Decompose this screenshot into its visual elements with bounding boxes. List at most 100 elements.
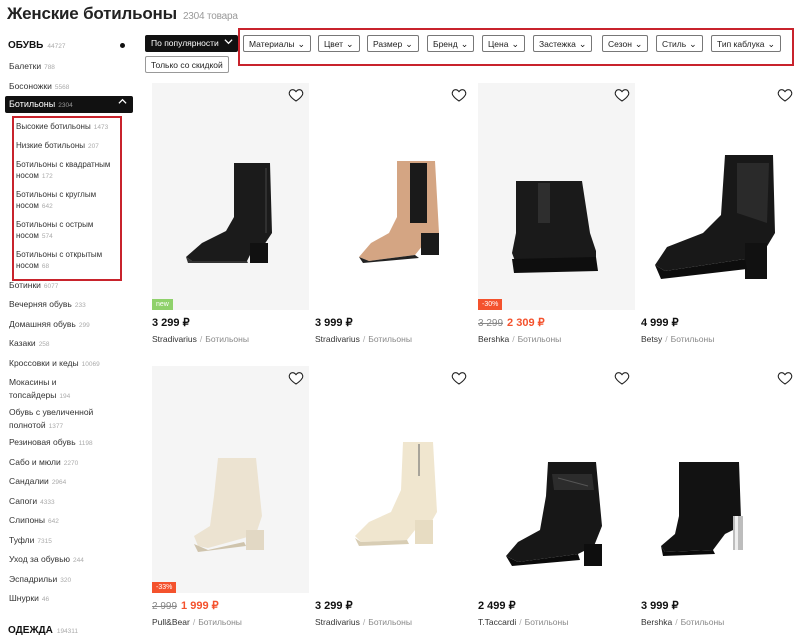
category-sidebar: ОБУВЬ 44727 Балетки 788 Босоножки 5568 Боти… [0,0,140,641]
filter-label: Размер [373,39,403,49]
sidebar-item[interactable]: Эспадрильи 320 [9,573,129,588]
product-brand[interactable]: Stradivarius / Ботильоны [315,334,412,344]
black-platform-boot-image [512,181,598,273]
chevron-down-icon: ⌄ [297,39,306,49]
sidebar-item[interactable]: Сапоги 4333 [9,495,129,510]
heart-icon[interactable] [777,87,793,103]
product-image[interactable]: new [152,83,309,310]
discount-badge: -33% [152,582,177,593]
sidebar-header-shoes[interactable]: ОБУВЬ 44727 [8,40,65,51]
sidebar-item-count: 258 [38,341,50,348]
sidebar-item[interactable]: Обувь с увеличенной полнотой 1377 [9,406,109,433]
old-price: 3 299 [478,318,504,329]
subcategory-label: Ботильоны с острым носом [16,220,94,240]
sidebar-header-clothes[interactable]: ОДЕЖДА 194311 [8,625,78,636]
sidebar-item-count: 642 [47,518,59,525]
sidebar-item[interactable]: Шнурки 46 [9,592,129,607]
sidebar-item-label: Ботинки [9,280,41,290]
product-image[interactable] [478,366,635,593]
sidebar-item-count: 6077 [43,283,59,290]
sidebar-item[interactable]: Кроссовки и кеды 10069 [9,357,129,372]
sidebar-item[interactable]: Туфли 7315 [9,534,129,549]
subcategory-item[interactable]: Низкие ботильоны 207 [16,140,120,152]
product-brand[interactable]: Pull&Bear / Ботильоны [152,617,242,627]
sidebar-item[interactable]: Сабо и мюли 2270 [9,456,129,471]
sidebar-item-baletki[interactable]: Балетки 788 [9,60,129,75]
subcategory-item[interactable]: Высокие ботильоны 1473 [16,121,120,133]
chevron-down-icon: ⌄ [405,39,413,49]
subcategory-item[interactable]: Ботильоны с квадратным носом 172 [16,159,120,182]
product-price: 3 999 ₽ [641,599,679,612]
product-image[interactable] [315,83,472,310]
product-image[interactable]: -33% [152,366,309,593]
filter-size[interactable]: Размер ⌄ [367,35,419,52]
product-brand[interactable]: Bershka / Ботильоны [478,334,561,344]
sidebar-item-bosonozhki[interactable]: Босоножки 5568 [9,80,129,95]
product-brand[interactable]: Betsy / Ботильоны [641,334,714,344]
cream-block-boot-image [194,458,264,552]
product-price: 3 299 ₽ [152,316,190,329]
price-value: 1 999 ₽ [181,600,219,612]
filter-style[interactable]: Стиль ⌄ [656,35,703,52]
product-brand[interactable]: Stradivarius / Ботильоны [315,617,412,627]
filter-brand[interactable]: Бренд ⌄ [427,35,475,52]
sidebar-item-count: 4333 [40,499,55,506]
old-price: 2 999 [152,601,178,612]
sidebar-item[interactable]: Сандалии 2964 [9,475,129,490]
heart-icon[interactable] [288,87,304,103]
sidebar-item[interactable]: Вечерняя обувь 233 [9,298,129,313]
subcategory-count: 68 [41,263,50,270]
heart-icon[interactable] [451,87,467,103]
filter-materials[interactable]: Материалы ⌄ [243,35,312,52]
product-image[interactable] [641,366,798,593]
filter-season[interactable]: Сезон ⌄ [602,35,649,52]
product-brand[interactable]: Stradivarius / Ботильоны [152,334,249,344]
sidebar-item-botilony-active[interactable]: Ботильоны 2304 [5,96,133,113]
sidebar-item[interactable]: Резиновая обувь 1198 [9,436,129,451]
sidebar-item[interactable]: Казаки 258 [9,337,129,352]
product-brand[interactable]: T.Taccardi / Ботильоны [478,617,568,627]
chevron-down-icon: ⌄ [689,39,697,49]
filter-fastener[interactable]: Застежка ⌄ [533,35,593,52]
filter-label: Материалы [249,39,295,49]
sidebar-item-label: Вечерняя обувь [9,299,72,309]
price-value: 4 999 ₽ [641,317,679,329]
sidebar-item-count: 244 [73,557,84,564]
filter-heel-type[interactable]: Тип каблука ⌄ [711,35,782,52]
brand-name: Bershka [478,334,510,344]
subcategory-count: 207 [88,143,99,150]
discount-label: Только со скидкой [151,60,223,70]
product-type: Ботильоны [198,617,242,627]
subcategory-item[interactable]: Ботильоны с круглым носом 642 [16,189,120,212]
product-brand[interactable]: Bershka / Ботильоны [641,617,724,627]
sidebar-item[interactable]: Слипоны 642 [9,514,129,529]
discount-only-toggle[interactable]: Только со скидкой [145,56,229,73]
subcategory-count: 172 [41,173,53,180]
product-count: 2304 товара [182,11,238,22]
heart-icon[interactable] [288,370,304,386]
sidebar-item[interactable]: Ботинки 6077 [9,279,129,294]
product-image[interactable] [315,366,472,593]
sidebar-item[interactable]: Домашняя обувь 299 [9,318,129,333]
filter-price[interactable]: Цена ⌄ [482,35,525,52]
heart-icon[interactable] [777,370,793,386]
sidebar-item-count: 7315 [37,538,52,545]
filter-color[interactable]: Цвет ⌄ [318,35,360,52]
sidebar-item[interactable]: Мокасины и топсайдеры 194 [9,376,99,403]
subcategory-label: Ботильоны с круглым носом [16,190,97,210]
chevron-down-icon: ⌄ [346,39,354,49]
heart-icon[interactable] [614,87,630,103]
product-image[interactable]: -30% [478,83,635,310]
heart-icon[interactable] [451,370,467,386]
sort-dropdown[interactable]: По популярности [145,35,238,52]
subcategory-item[interactable]: Ботильоны с открытым носом 68 [16,249,120,272]
sidebar-item[interactable]: Уход за обувью 244 [9,553,129,568]
separator: / [362,617,366,627]
chevron-down-icon: ⌄ [511,39,519,49]
sidebar-item-count: 46 [41,596,50,603]
product-image[interactable] [641,83,798,310]
heart-icon[interactable] [614,370,630,386]
subcategory-item[interactable]: Ботильоны с острым носом 574 [16,219,120,242]
brand-name: Stradivarius [315,617,360,627]
filter-label: Стиль [662,39,687,49]
